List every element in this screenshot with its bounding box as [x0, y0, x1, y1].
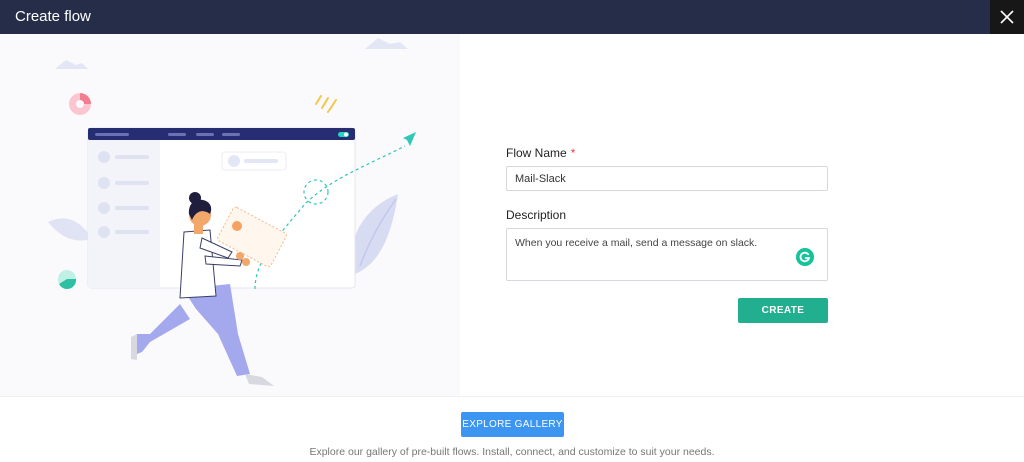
flow-illustration [48, 38, 416, 386]
close-button[interactable] [990, 0, 1024, 34]
create-flow-form: Flow Name* Description When you receive … [460, 34, 1024, 396]
sparkle-lines [315, 95, 337, 113]
grammarly-icon[interactable] [796, 248, 814, 266]
description-label: Description [506, 208, 567, 222]
illustration-panel [0, 34, 460, 396]
gallery-footer: EXPLORE GALLERY Explore our gallery of p… [0, 396, 1024, 462]
leaf-shape [48, 218, 92, 241]
close-icon [1000, 10, 1014, 24]
modal-title: Create flow [15, 8, 91, 25]
required-marker: * [570, 146, 576, 160]
modal-header: Create flow [0, 0, 1024, 34]
create-button[interactable]: CREATE [738, 298, 828, 323]
flow-name-input[interactable] [506, 166, 828, 191]
explore-gallery-button[interactable]: EXPLORE GALLERY [461, 412, 564, 437]
cloud-shape [55, 60, 88, 69]
paper-plane-icon [403, 132, 416, 146]
gallery-description: Explore our gallery of pre-built flows. … [309, 446, 715, 458]
flow-name-label: Flow Name * [506, 146, 576, 160]
cloud-shape [365, 38, 408, 49]
description-textarea[interactable]: When you receive a mail, send a message … [506, 228, 828, 281]
